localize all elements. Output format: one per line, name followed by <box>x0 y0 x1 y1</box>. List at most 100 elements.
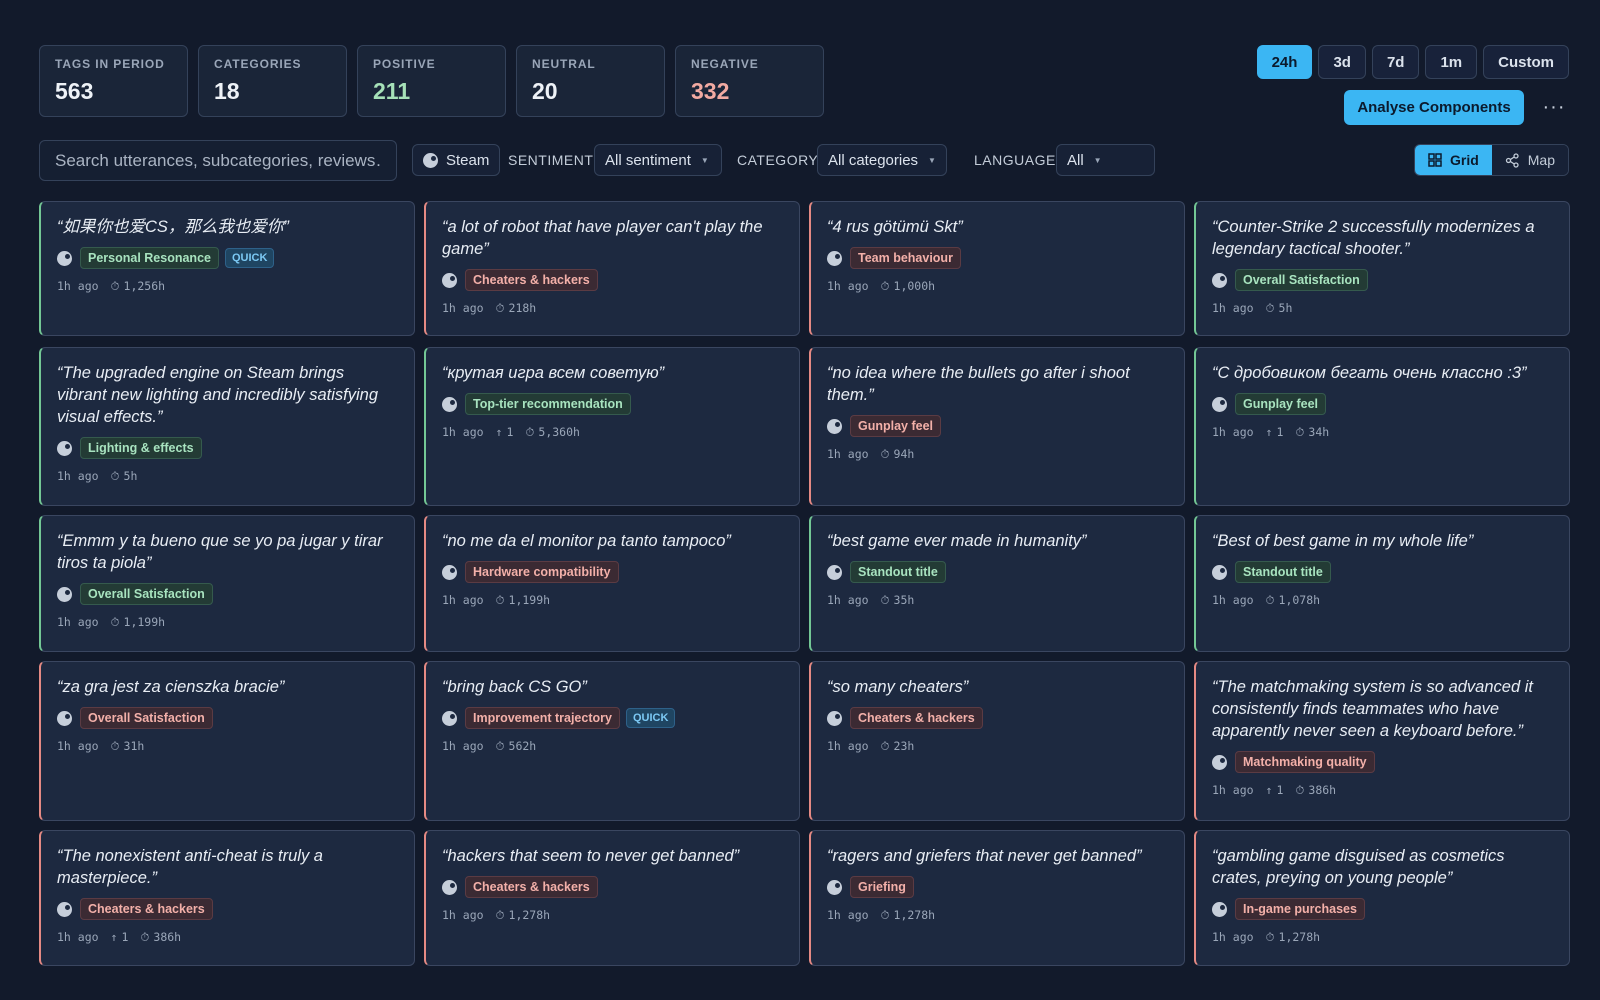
filter-bar: Steam SENTIMENT All sentiment ▼ CATEGORY… <box>39 140 1569 181</box>
utterance-card[interactable]: “a lot of robot that have player can't p… <box>424 201 800 336</box>
stat-neutral: NEUTRAL 20 <box>516 45 665 117</box>
card-time: 1h ago <box>442 593 484 607</box>
steam-icon <box>1212 396 1227 412</box>
stat-value: 211 <box>373 78 411 104</box>
search-input[interactable] <box>39 140 397 181</box>
playtime-value: 35h <box>893 593 915 607</box>
subcategory-tag[interactable]: Team behaviour <box>850 247 961 269</box>
subcategory-tag[interactable]: Gunplay feel <box>850 415 942 437</box>
utterance-quote: “4 rus götümü Skt” <box>827 218 963 236</box>
utterance-card[interactable]: “za gra jest za cienszka bracie” Overall … <box>39 661 415 821</box>
steam-icon <box>827 250 842 266</box>
subcategory-tag[interactable]: Overall Satisfaction <box>1235 269 1368 291</box>
subcategory-tag[interactable]: Cheaters & hackers <box>465 269 598 291</box>
view-map-button[interactable]: Map <box>1491 145 1568 175</box>
upvote-count: ↑ 1 <box>1266 783 1284 798</box>
playtime-value: 1,000h <box>893 279 936 293</box>
subcategory-tag[interactable]: Standout title <box>850 561 946 583</box>
utterance-card[interactable]: “best game ever made in humanity” Standou… <box>809 515 1185 652</box>
grid-icon <box>1428 153 1442 167</box>
utterance-card[interactable]: “Emmm y ta bueno que se yo pa jugar y ti… <box>39 515 415 652</box>
subcategory-tag[interactable]: Matchmaking quality <box>1235 751 1375 773</box>
utterance-card[interactable]: “bring back CS GO” Improvement trajectory… <box>424 661 800 821</box>
subcategory-tag[interactable]: Griefing <box>850 876 914 898</box>
range-24h-button[interactable]: 24h <box>1256 45 1313 79</box>
subcategory-tag[interactable]: Overall Satisfaction <box>80 707 213 729</box>
card-time: 1h ago <box>57 930 99 944</box>
range-1m-button[interactable]: 1m <box>1425 45 1478 79</box>
utterance-card[interactable]: “крутая игра всем советую” Top-tier recom… <box>424 347 800 506</box>
time-range-selector: 24h 3d 7d 1m Custom <box>1256 45 1569 79</box>
subcategory-tag[interactable]: In-game purchases <box>1235 898 1365 920</box>
stopwatch-icon: ⏱ <box>110 279 120 293</box>
playtime: ⏱ 1,078h <box>1266 593 1321 608</box>
card-time: 1h ago <box>57 279 99 293</box>
steam-icon <box>57 586 72 602</box>
card-time: 1h ago <box>57 615 99 629</box>
stopwatch-icon: ⏱ <box>495 908 505 922</box>
stat-value: 332 <box>691 78 730 104</box>
stopwatch-icon: ⏱ <box>880 739 890 753</box>
utterance-card[interactable]: “no me da el monitor pa tanto tampoco” Ha… <box>424 515 800 652</box>
subcategory-tag[interactable]: Standout title <box>1235 561 1331 583</box>
card-meta: 1h ago ⏱ 1,256h <box>57 279 398 294</box>
card-meta: 1h ago ⏱ 5h <box>57 469 398 484</box>
card-meta: 1h ago ⏱ 31h <box>57 739 398 754</box>
sentiment-select[interactable]: All sentiment ▼ <box>594 144 722 176</box>
utterance-card[interactable]: “The nonexistent anti-cheat is truly a m… <box>39 830 415 966</box>
subcategory-tag[interactable]: Top-tier recommendation <box>465 393 631 415</box>
subcategory-tag[interactable]: Lighting & effects <box>80 437 202 459</box>
stopwatch-icon: ⏱ <box>525 425 535 439</box>
utterance-card[interactable]: “С дробовиком бегать очень классно :3” Gu… <box>1194 347 1570 506</box>
range-custom-button[interactable]: Custom <box>1483 45 1569 79</box>
utterance-card[interactable]: “The matchmaking system is so advanced i… <box>1194 661 1570 821</box>
utterance-quote: “best game ever made in humanity” <box>827 532 1087 550</box>
playtime-value: 1,278h <box>508 908 551 922</box>
subcategory-tag[interactable]: Cheaters & hackers <box>850 707 983 729</box>
analyse-components-button[interactable]: Analyse Components <box>1344 90 1524 125</box>
utterance-card[interactable]: “hackers that seem to never get banned” C… <box>424 830 800 966</box>
category-select[interactable]: All categories ▼ <box>817 144 947 176</box>
utterance-card[interactable]: “no idea where the bullets go after i sh… <box>809 347 1185 506</box>
upvote-count: ↑ 1 <box>496 425 514 440</box>
range-7d-button[interactable]: 7d <box>1371 45 1420 79</box>
utterance-card[interactable]: “The upgraded engine on Steam brings vib… <box>39 347 415 506</box>
card-meta: 1h ago ⏱ 1,000h <box>827 279 1168 294</box>
source-steam-chip[interactable]: Steam <box>412 144 501 176</box>
view-toggle: Grid Map <box>1413 144 1569 176</box>
more-options-icon[interactable]: ··· <box>1542 93 1566 121</box>
utterance-card[interactable]: “如果你也爱CS，那么我也爱你” Personal Resonance QUICK 1… <box>39 201 415 336</box>
language-label: LANGUAGE <box>974 152 1056 168</box>
subcategory-tag[interactable]: Cheaters & hackers <box>80 898 213 920</box>
playtime-value: 562h <box>508 739 537 753</box>
utterance-card[interactable]: “so many cheaters” Cheaters & hackers 1h a… <box>809 661 1185 821</box>
view-grid-button[interactable]: Grid <box>1414 145 1492 175</box>
stopwatch-icon: ⏱ <box>495 593 505 607</box>
utterance-card[interactable]: “gambling game disguised as cosmetics cr… <box>1194 830 1570 966</box>
range-3d-button[interactable]: 3d <box>1318 45 1366 79</box>
card-time: 1h ago <box>57 739 99 753</box>
utterance-card[interactable]: “ragers and griefers that never get bann… <box>809 830 1185 966</box>
stopwatch-icon: ⏱ <box>880 908 890 922</box>
subcategory-tag[interactable]: Personal Resonance <box>80 247 219 269</box>
subcategory-tag[interactable]: Gunplay feel <box>1235 393 1327 415</box>
stopwatch-icon: ⏱ <box>110 739 120 753</box>
utterance-card[interactable]: “Best of best game in my whole life” Stan… <box>1194 515 1570 652</box>
upvote-value: 1 <box>1276 783 1284 797</box>
subcategory-tag[interactable]: Improvement trajectory <box>465 707 620 729</box>
subcategory-tag[interactable]: Cheaters & hackers <box>465 876 598 898</box>
utterance-card[interactable]: “Counter-Strike 2 successfully modernize… <box>1194 201 1570 336</box>
stopwatch-icon: ⏱ <box>1265 593 1275 607</box>
stat-tags-in-period: TAGS IN PERIOD 563 <box>39 45 188 117</box>
subcategory-tag[interactable]: Overall Satisfaction <box>80 583 213 605</box>
utterance-quote: “so many cheaters” <box>827 678 969 696</box>
utterance-card[interactable]: “4 rus götümü Skt” Team behaviour 1h ago ⏱ 1… <box>809 201 1185 336</box>
card-meta: 1h ago ⏱ 1,199h <box>442 593 783 608</box>
card-time: 1h ago <box>1212 301 1254 315</box>
stopwatch-icon: ⏱ <box>1265 930 1275 944</box>
card-time: 1h ago <box>442 908 484 922</box>
steam-icon <box>57 440 72 456</box>
source-chip-label: Steam <box>446 151 490 169</box>
language-select[interactable]: All ▼ <box>1056 144 1155 176</box>
subcategory-tag[interactable]: Hardware compatibility <box>465 561 619 583</box>
